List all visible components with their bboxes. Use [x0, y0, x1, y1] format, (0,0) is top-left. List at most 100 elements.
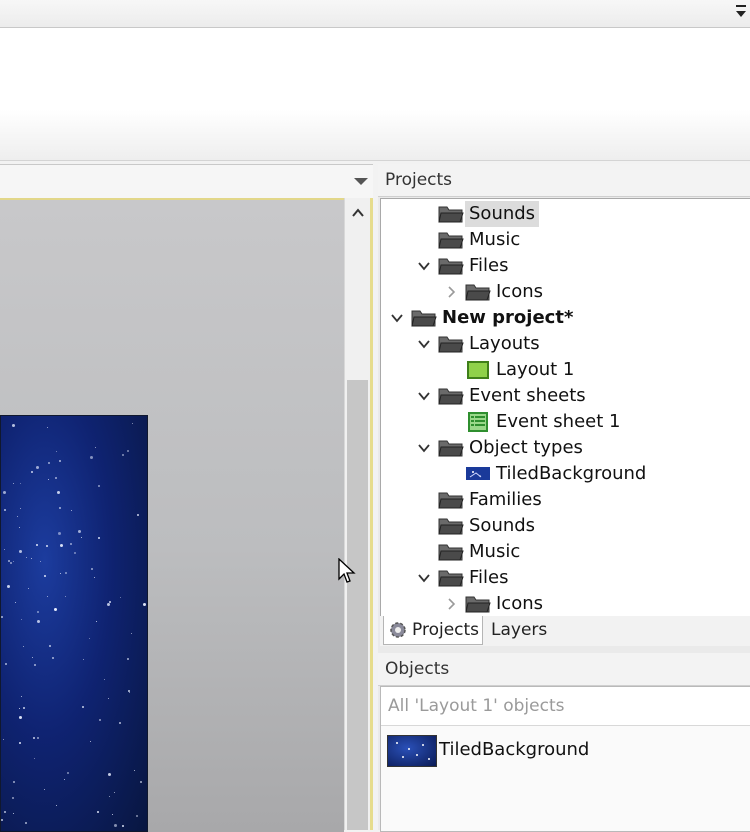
- star-dot: [37, 620, 40, 623]
- star-dot: [132, 423, 133, 424]
- tab-projects[interactable]: Projects: [383, 616, 483, 645]
- objects-filter-label[interactable]: All 'Layout 1' objects: [381, 687, 750, 726]
- chevron-down-icon[interactable]: [391, 312, 403, 324]
- star-dot: [55, 477, 57, 479]
- chevron-right-icon[interactable]: [445, 286, 457, 298]
- star-dot: [34, 664, 36, 666]
- star-dot: [36, 544, 38, 546]
- objects-panel-title: Objects: [378, 653, 750, 686]
- tab-layers[interactable]: Layers: [483, 616, 553, 644]
- tree-item[interactable]: Families: [381, 487, 750, 513]
- star-dot: [19, 527, 20, 528]
- folder-icon: [438, 438, 464, 458]
- star-dot: [19, 550, 22, 553]
- tree-item[interactable]: New project*: [381, 305, 750, 331]
- star-dot: [3, 739, 4, 740]
- chevron-right-icon[interactable]: [445, 598, 457, 610]
- star-dot: [8, 560, 10, 562]
- tree-item[interactable]: Object types: [381, 435, 750, 461]
- tree-item[interactable]: Event sheet 1: [381, 409, 750, 435]
- star-dot: [20, 483, 21, 484]
- star-dot: [122, 454, 124, 456]
- folder-icon: [438, 516, 464, 536]
- tree-item[interactable]: Event sheets: [381, 383, 750, 409]
- star-dot: [131, 633, 132, 634]
- tree-item[interactable]: Icons: [381, 279, 750, 305]
- star-dot: [32, 657, 33, 658]
- tree-item[interactable]: Layouts: [381, 331, 750, 357]
- tree-item[interactable]: Sounds: [381, 201, 750, 227]
- star-dot: [128, 690, 130, 692]
- chevron-down-icon[interactable]: [418, 572, 430, 584]
- tree-item[interactable]: TiledBackground: [381, 461, 750, 487]
- chevron-down-icon[interactable]: [418, 442, 430, 454]
- star-dot: [127, 450, 129, 452]
- star-dot: [37, 737, 39, 739]
- object-bar: All 'Layout 1' objects TiledBackground: [380, 686, 750, 832]
- star-dot: [5, 663, 7, 665]
- star-dot: [44, 789, 45, 790]
- star-dot: [52, 657, 54, 659]
- star-dot: [58, 532, 61, 535]
- star-dot: [402, 756, 404, 758]
- star-dot: [416, 754, 418, 756]
- project-tree[interactable]: Sounds Music Files Icons New project* Layouts…: [380, 198, 750, 618]
- layout-icon: [465, 360, 491, 380]
- star-dot: [19, 716, 22, 719]
- tree-item[interactable]: Files: [381, 253, 750, 279]
- tab-list-dropdown-icon[interactable]: [354, 178, 368, 185]
- star-dot: [65, 596, 66, 597]
- folder-icon: [438, 256, 464, 276]
- star-dot: [46, 545, 48, 547]
- star-dot: [15, 602, 16, 603]
- star-dot: [120, 597, 121, 598]
- tree-item[interactable]: Icons: [381, 591, 750, 617]
- star-dot: [19, 742, 21, 744]
- chevron-down-icon[interactable]: [418, 260, 430, 272]
- tree-item-label: Layout 1: [496, 359, 575, 380]
- star-dot: [114, 792, 115, 793]
- tree-item-label: Event sheet 1: [496, 411, 621, 432]
- star-dot: [13, 483, 14, 484]
- chevron-down-icon[interactable]: [418, 390, 430, 402]
- folder-icon: [438, 568, 464, 588]
- star-dot: [99, 719, 101, 721]
- scrollbar-thumb[interactable]: [347, 380, 368, 830]
- event-sheet-icon: [465, 412, 491, 432]
- star-dot: [83, 659, 84, 660]
- tree-item[interactable]: Layout 1: [381, 357, 750, 383]
- tree-item-label: Object types: [469, 437, 583, 458]
- tree-item[interactable]: Music: [381, 539, 750, 565]
- star-dot: [36, 466, 39, 469]
- tree-item[interactable]: Sounds: [381, 513, 750, 539]
- star-dot: [109, 796, 110, 797]
- star-dot: [44, 575, 46, 577]
- star-dot: [13, 561, 14, 562]
- tree-item-label: Sounds: [465, 201, 540, 227]
- star-dot: [48, 462, 50, 464]
- tree-item[interactable]: Files: [381, 565, 750, 591]
- tiled-background-instance[interactable]: [0, 415, 148, 832]
- star-dot: [428, 758, 430, 760]
- star-dot: [112, 814, 113, 815]
- star-dot: [26, 557, 27, 558]
- star-dot: [12, 797, 14, 799]
- star-dot: [81, 537, 82, 538]
- tree-item[interactable]: Music: [381, 227, 750, 253]
- editor-vertical-scrollbar[interactable]: [344, 198, 371, 830]
- star-dot: [96, 621, 97, 622]
- folder-icon: [438, 230, 464, 250]
- star-dot: [136, 815, 138, 817]
- star-dot: [7, 585, 10, 588]
- star-dot: [140, 781, 142, 783]
- chevron-down-icon[interactable]: [418, 338, 430, 350]
- quick-access-dropdown-icon[interactable]: [734, 2, 748, 22]
- objects-filter-text: All 'Layout 1' objects: [388, 696, 565, 716]
- star-dot: [396, 742, 398, 744]
- star-dot: [82, 706, 84, 708]
- tree-item-label: Families: [469, 489, 542, 510]
- tree-item-label: Files: [469, 255, 509, 276]
- scroll-up-icon[interactable]: [351, 206, 365, 220]
- star-dot: [33, 737, 35, 739]
- star-dot: [13, 781, 15, 783]
